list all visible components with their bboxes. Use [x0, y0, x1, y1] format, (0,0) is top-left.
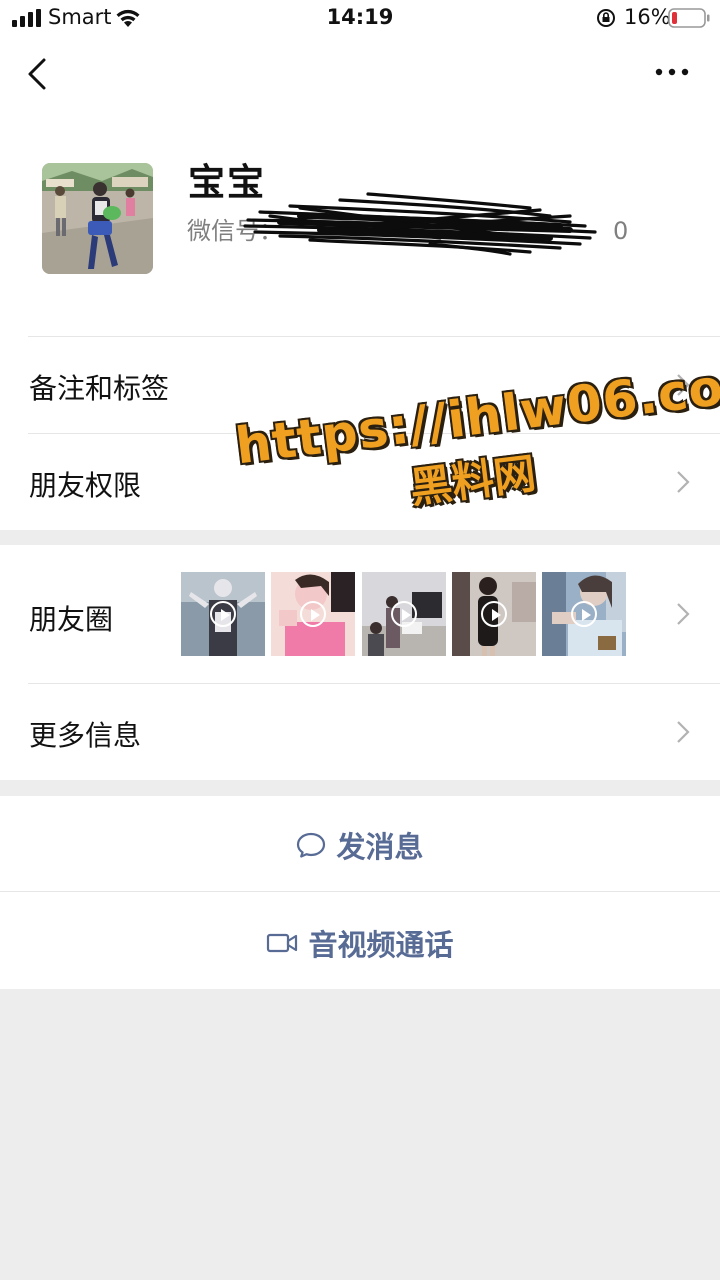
send-message-label: 发消息 [336, 830, 424, 864]
moments-thumbnail[interactable] [542, 572, 626, 656]
chat-bubble-icon [297, 832, 326, 858]
status-bar: Smart 14:19 16% [0, 0, 720, 36]
play-icon [391, 601, 417, 627]
contact-avatar[interactable] [42, 163, 153, 274]
send-message-button[interactable]: 发消息 [0, 824, 720, 866]
battery-percentage: 16% [624, 5, 671, 29]
row-more-info-label: 更多信息 [29, 719, 142, 752]
chevron-right-icon [677, 721, 690, 743]
play-icon [481, 601, 507, 627]
moments-thumbnail[interactable] [181, 572, 265, 656]
play-icon [300, 601, 326, 627]
rotation-lock-icon [597, 9, 615, 27]
play-icon [571, 601, 597, 627]
more-options-icon[interactable] [652, 60, 692, 84]
chevron-right-icon [677, 603, 690, 625]
moments-thumbnail[interactable] [271, 572, 355, 656]
video-call-label: 音视频通话 [308, 928, 454, 962]
row-moments-label: 朋友圈 [29, 603, 114, 636]
moments-thumbnail[interactable] [452, 572, 536, 656]
video-camera-icon [267, 933, 298, 953]
back-chevron-icon[interactable] [22, 56, 52, 92]
moments-thumbnail[interactable] [362, 572, 446, 656]
row-more-info[interactable]: 更多信息 [0, 684, 720, 780]
divider [0, 891, 720, 892]
video-call-button[interactable]: 音视频通话 [0, 922, 720, 964]
play-icon [210, 601, 236, 627]
row-friend-permissions-label: 朋友权限 [29, 469, 142, 502]
row-remarks-tags-label: 备注和标签 [29, 372, 170, 405]
battery-icon [668, 8, 710, 28]
redaction-scribble [243, 192, 597, 256]
wechat-id-value: 0 [613, 217, 629, 245]
